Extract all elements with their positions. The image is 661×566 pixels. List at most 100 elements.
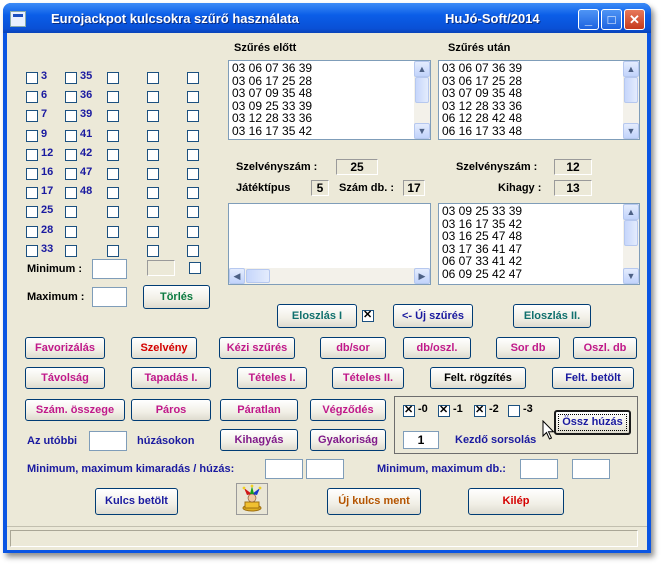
eloszlas-2-button[interactable]: Eloszlás II. [513,304,591,328]
list-item[interactable]: 06 09 25 42 47 [442,268,522,281]
number-checkbox[interactable] [187,187,199,199]
number-checkbox[interactable] [147,206,159,218]
number-checkbox[interactable] [147,72,159,84]
list-item[interactable]: 03 07 09 35 48 [232,87,312,100]
eloszlas-checkbox[interactable]: ✕ [362,309,374,322]
scroll-right-icon[interactable]: ▶ [414,268,430,284]
list-item[interactable]: 03 16 17 35 42 [232,125,312,138]
number-checkbox[interactable] [65,110,77,122]
list-item[interactable]: 03 16 25 47 48 [442,230,522,243]
list-item[interactable]: 03 06 07 36 39 [232,62,312,75]
tavolsag-button[interactable]: Távolság [25,367,105,389]
number-checkbox[interactable] [147,110,159,122]
shift-checkbox[interactable]: ✕ [474,404,486,417]
kimaradas-max-input[interactable] [306,459,344,479]
number-checkbox[interactable] [65,245,77,257]
list-item[interactable]: 03 09 25 33 39 [442,205,522,218]
number-checkbox[interactable] [147,245,159,257]
number-checkbox[interactable] [65,226,77,238]
szelveny-button[interactable]: Szelvény [131,337,197,359]
tapadas-1-button[interactable]: Tapadás I. [131,367,211,389]
kezdo-sorsolas-input[interactable]: 1 [403,431,439,449]
vegzodes-button[interactable]: Végződés [310,399,386,421]
close-button[interactable]: ✕ [624,9,645,30]
utobbi-input[interactable] [89,431,127,451]
number-checkbox[interactable] [65,206,77,218]
eloszlas-1-button[interactable]: Eloszlás I [277,304,357,328]
number-checkbox[interactable] [147,187,159,199]
scroll-thumb[interactable] [624,220,638,246]
number-checkbox[interactable] [65,149,77,161]
number-checkbox[interactable] [187,226,199,238]
scroll-thumb[interactable] [415,77,429,103]
scroll-up-icon[interactable]: ▲ [623,61,639,77]
szam-osszege-button[interactable]: Szám. összege [25,399,125,421]
number-checkbox[interactable] [65,130,77,142]
kezi-szures-button[interactable]: Kézi szűrés [219,337,295,359]
number-checkbox[interactable] [147,168,159,180]
app-icon[interactable] [10,11,26,27]
oszl-db-button[interactable]: Oszl. db [573,337,637,359]
number-checkbox[interactable] [187,168,199,180]
number-checkbox[interactable] [107,149,119,161]
number-checkbox[interactable] [26,91,38,103]
minimum-checkbox[interactable] [189,262,201,274]
torles-button[interactable]: Törlés [143,285,210,309]
kihagyas-button[interactable]: Kihagyás [220,429,298,451]
number-checkbox[interactable] [147,149,159,161]
number-checkbox[interactable] [107,130,119,142]
number-checkbox[interactable] [187,149,199,161]
scroll-down-icon[interactable]: ▼ [623,123,639,139]
minimize-button[interactable]: _ [578,9,599,30]
shift-checkbox[interactable]: ✕ [438,404,450,417]
number-checkbox[interactable] [65,91,77,103]
title-bar[interactable]: Eurojackpot kulcsokra szűrő használata H… [3,3,651,33]
number-checkbox[interactable] [107,187,119,199]
number-checkbox[interactable] [107,226,119,238]
number-checkbox[interactable] [26,130,38,142]
number-checkbox[interactable] [26,149,38,161]
number-checkbox[interactable] [187,206,199,218]
db-sor-button[interactable]: db/sor [320,337,386,359]
scroll-up-icon[interactable]: ▲ [414,61,430,77]
shift-checkbox[interactable]: ✕ [403,404,415,417]
number-checkbox[interactable] [147,226,159,238]
kilep-button[interactable]: Kilép [468,488,564,515]
db-max-input[interactable] [572,459,610,479]
list-item[interactable]: 03 06 07 36 39 [442,62,522,75]
number-checkbox[interactable] [187,91,199,103]
minimum-input[interactable] [92,259,127,279]
number-checkbox[interactable] [26,245,38,257]
after-scrollbar[interactable]: ▲ ▼ [623,61,639,139]
work-hscrollbar[interactable]: ◀ ▶ [229,268,430,284]
number-checkbox[interactable] [147,130,159,142]
scroll-down-icon[interactable]: ▼ [623,268,639,284]
skipped-scrollbar[interactable]: ▲ ▼ [623,204,639,284]
kulcs-betolt-button[interactable]: Kulcs betölt [95,488,178,515]
scroll-thumb[interactable] [624,77,638,103]
number-checkbox[interactable] [26,206,38,218]
number-checkbox[interactable] [107,206,119,218]
number-checkbox[interactable] [65,72,77,84]
number-checkbox[interactable] [65,187,77,199]
maximum-input[interactable] [92,287,127,307]
shift-checkbox[interactable] [508,405,520,417]
teteles-1-button[interactable]: Tételes I. [237,367,307,389]
number-checkbox[interactable] [187,72,199,84]
sor-db-button[interactable]: Sor db [496,337,560,359]
number-checkbox[interactable] [107,168,119,180]
work-listbox[interactable]: ◀ ▶ [228,203,431,285]
maximize-button[interactable]: □ [601,9,622,30]
ossz-huzas-button[interactable]: Össz húzás [554,410,631,435]
number-checkbox[interactable] [107,91,119,103]
uj-szures-button[interactable]: <- Új szűrés [393,304,473,328]
number-checkbox[interactable] [187,245,199,257]
number-checkbox[interactable] [107,110,119,122]
number-checkbox[interactable] [107,245,119,257]
after-listbox[interactable]: 03 06 07 36 39 03 06 17 25 28 03 07 09 35 … [438,60,640,140]
number-checkbox[interactable] [26,168,38,180]
number-checkbox[interactable] [26,110,38,122]
paros-button[interactable]: Páros [131,399,211,421]
number-checkbox[interactable] [147,91,159,103]
felt-rogzites-button[interactable]: Felt. rögzítés [430,367,526,389]
